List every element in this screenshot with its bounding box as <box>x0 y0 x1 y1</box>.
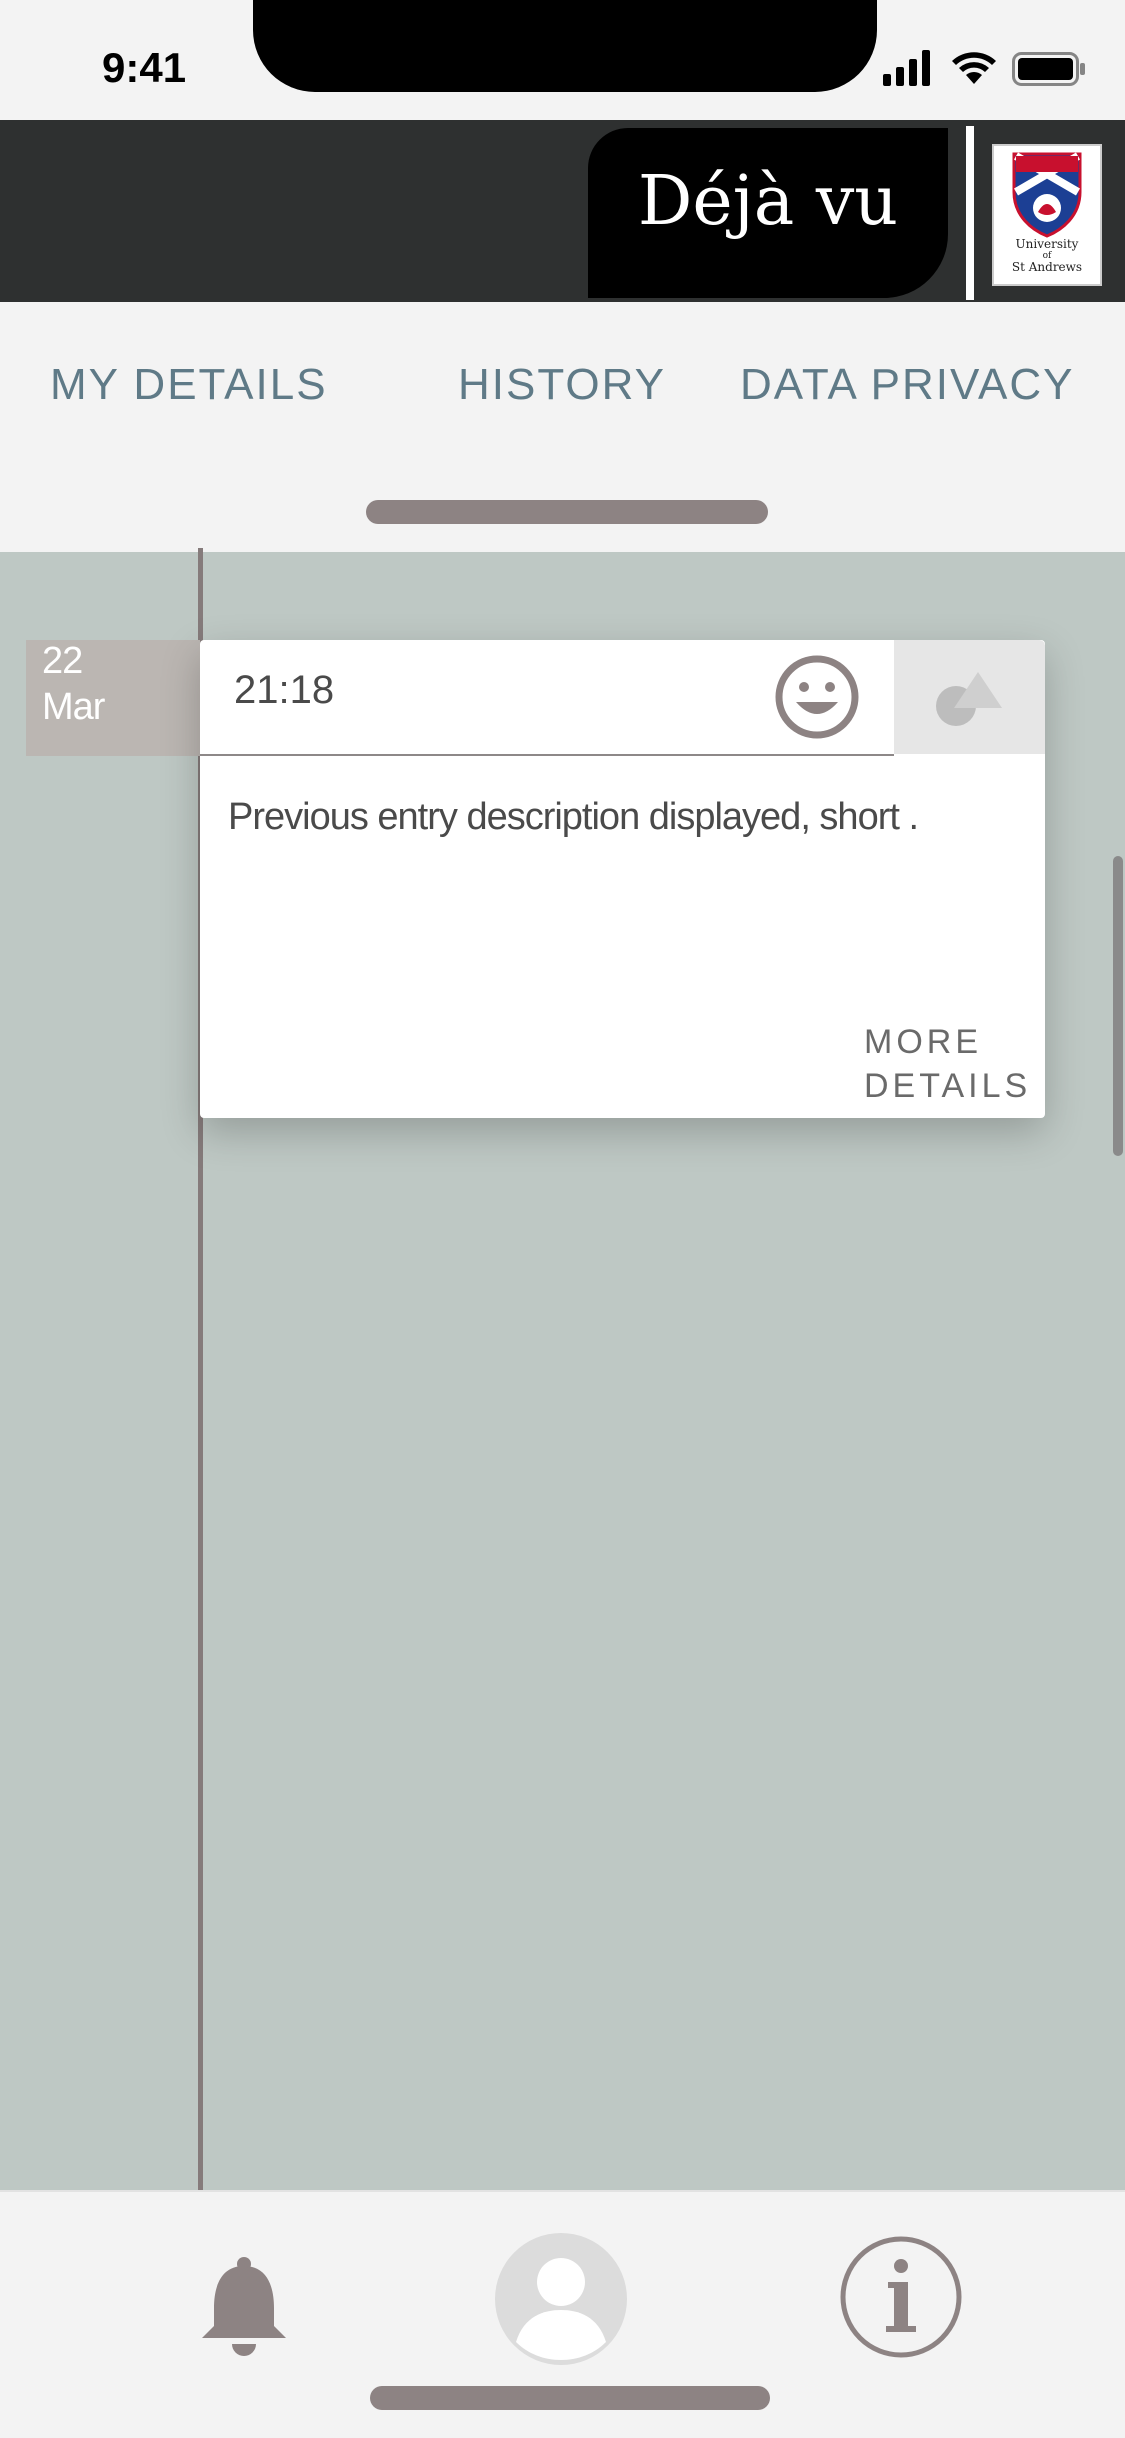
profile-icon[interactable] <box>494 2232 628 2366</box>
university-logo: University of St Andrews <box>992 144 1102 286</box>
signal-icon <box>883 50 930 86</box>
info-icon[interactable] <box>838 2234 964 2360</box>
more-details-line: DETAILS <box>864 1067 1032 1105</box>
device-notch <box>253 0 877 92</box>
app-header <box>0 120 1125 302</box>
tab-my-details[interactable]: MY DETAILS <box>50 360 328 410</box>
tab-history[interactable]: HISTORY <box>458 360 666 410</box>
entry-date-month: Mar <box>42 686 105 728</box>
entry-card-header: 21:18 <box>200 640 894 756</box>
wifi-icon <box>952 52 996 84</box>
more-details-button[interactable]: MORE DETAILS <box>864 1020 1031 1108</box>
entry-description: Previous entry description displayed, sh… <box>228 796 919 838</box>
tab-data-privacy[interactable]: DATA PRIVACY <box>740 360 1075 410</box>
logo-text-line: St Andrews <box>1011 260 1083 274</box>
bell-icon[interactable] <box>196 2256 292 2356</box>
home-indicator <box>370 2386 770 2410</box>
app-title: Déjà vu <box>637 162 899 241</box>
entry-shapes-button[interactable] <box>894 640 1045 754</box>
more-details-line: MORE <box>864 1023 982 1061</box>
entry-date-day: 22 <box>42 640 83 682</box>
status-time: 9:41 <box>102 44 187 91</box>
logo-text-line: University <box>1015 237 1079 251</box>
scroll-indicator[interactable] <box>1113 856 1123 1156</box>
entry-card[interactable]: 21:18 Previous entry description display… <box>200 640 1045 1118</box>
tab-grabber-handle[interactable] <box>366 500 768 524</box>
header-divider <box>966 126 974 300</box>
entry-time: 21:18 <box>234 668 335 712</box>
shapes-icon <box>936 672 1002 726</box>
logo-text: University of St Andrews <box>994 238 1100 274</box>
entry-date-chip: 22 Mar <box>26 640 200 756</box>
crest-icon <box>1012 152 1082 238</box>
smiley-icon <box>775 655 859 739</box>
battery-icon <box>1012 52 1085 86</box>
